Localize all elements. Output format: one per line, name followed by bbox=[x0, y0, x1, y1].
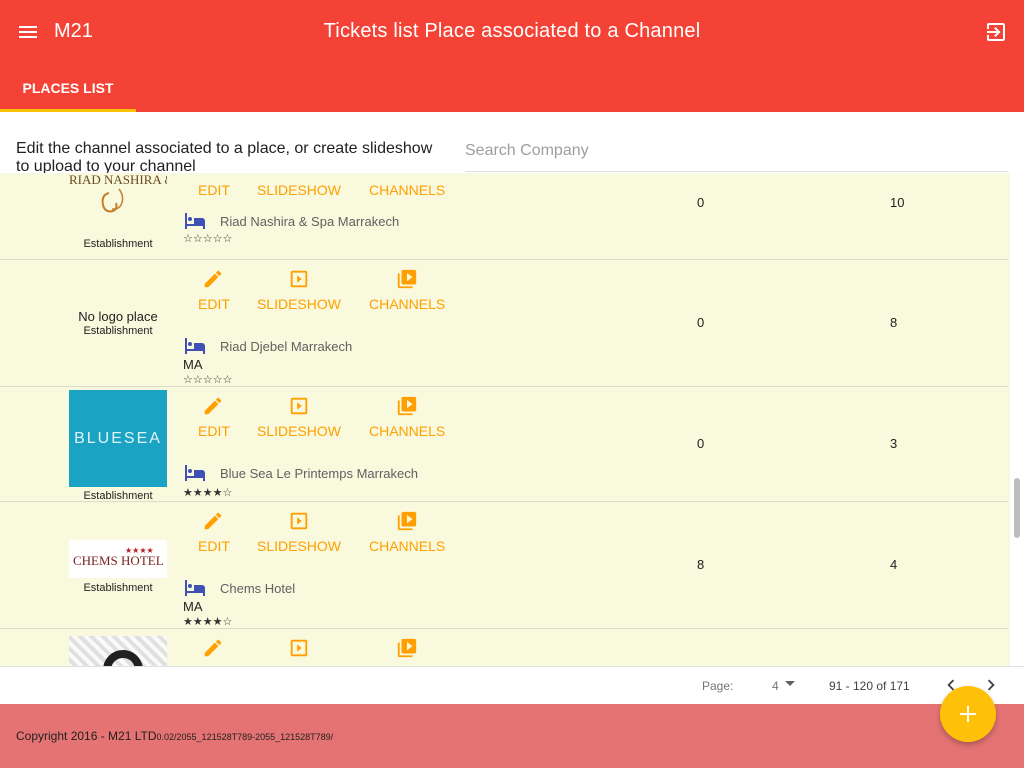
page-title: Tickets list Place associated to a Chann… bbox=[323, 20, 701, 42]
star-rating: ★★★★☆ bbox=[183, 616, 233, 628]
place-row bbox=[0, 629, 1008, 666]
logo-text: CHEMS HOTEL bbox=[73, 553, 164, 568]
channels-count: 3 bbox=[890, 436, 898, 451]
place-name[interactable]: Blue Sea Le Printemps Marrakech bbox=[220, 466, 418, 481]
video-library-icon bbox=[397, 269, 417, 289]
scrollbar-thumb[interactable] bbox=[1014, 478, 1020, 538]
page-label: Page: bbox=[702, 679, 734, 693]
footer: Copyright 2016 - M21 LTD0.02/2055_121528… bbox=[0, 704, 1024, 768]
page-description: Edit the channel associated to a place, … bbox=[16, 140, 433, 173]
logout-icon bbox=[987, 23, 1005, 41]
channels-count: 8 bbox=[890, 315, 898, 330]
place-logo: RIAD NASHIRA & SPA bbox=[69, 173, 201, 223]
places-list: RIAD NASHIRA & SPA Establishment EDIT SL… bbox=[0, 173, 1010, 666]
slideshow-icon bbox=[290, 639, 308, 657]
pagination-bar: Page: 4 91 - 120 of 171 bbox=[0, 666, 1024, 704]
place-logo: BLUESEA bbox=[69, 390, 167, 487]
place-row: BLUESEA Establishment EDIT SLIDESHOW CHA… bbox=[0, 387, 1008, 502]
pencil-icon bbox=[204, 639, 222, 657]
tab-places-list[interactable]: PLACES LIST bbox=[0, 64, 136, 112]
search-company-input[interactable] bbox=[465, 130, 1008, 172]
hotel-bed-icon bbox=[185, 465, 205, 481]
pencil-icon bbox=[204, 512, 222, 530]
place-logo: CHEMS HOTEL ★★★★ bbox=[69, 540, 167, 578]
video-library-icon bbox=[397, 638, 417, 658]
list-toolbar: Edit the channel associated to a place, … bbox=[0, 112, 1024, 173]
dropdown-arrow-icon bbox=[785, 681, 795, 686]
slideshow-icon bbox=[290, 397, 308, 415]
version-text: 0.02/2055_121528T789-2055_121528T789/ bbox=[156, 732, 334, 742]
pencil-icon bbox=[204, 397, 222, 415]
place-logo bbox=[69, 636, 167, 666]
hotel-bed-icon bbox=[185, 213, 205, 229]
add-place-button[interactable] bbox=[940, 686, 996, 742]
video-library-icon bbox=[397, 396, 417, 416]
page-range: 91 - 120 of 171 bbox=[829, 679, 910, 693]
logo-text: RIAD NASHIRA & SPA bbox=[69, 173, 167, 187]
logo-stars: ★★★★ bbox=[125, 546, 154, 555]
star-rating: ☆☆☆☆☆ bbox=[183, 374, 233, 386]
plus-icon bbox=[960, 706, 976, 722]
star-rating: ★★★★☆ bbox=[183, 487, 233, 499]
pencil-icon bbox=[204, 270, 222, 288]
logo-text: BLUESEA bbox=[74, 429, 162, 447]
video-library-icon bbox=[397, 511, 417, 531]
slideshow-icon bbox=[290, 512, 308, 530]
place-row: RIAD NASHIRA & SPA Establishment EDIT SL… bbox=[0, 173, 1008, 260]
tickets-count: 8 bbox=[697, 557, 705, 572]
channels-count: 10 bbox=[890, 195, 905, 210]
place-country: MA bbox=[183, 357, 203, 372]
place-name[interactable]: Riad Djebel Marrakech bbox=[220, 339, 352, 354]
list-scrollbar[interactable] bbox=[1012, 173, 1022, 666]
star-rating: ☆☆☆☆☆ bbox=[183, 233, 233, 245]
place-country: MA bbox=[183, 599, 203, 614]
place-row: No logo place Establishment EDIT SLIDESH… bbox=[0, 260, 1008, 387]
copyright-text: Copyright 2016 - M21 LTD0.02/2055_121528… bbox=[16, 729, 334, 743]
place-type: Establishment bbox=[83, 325, 153, 337]
channels-count: 4 bbox=[890, 557, 898, 572]
app-bar: M21 Tickets list Place associated to a C… bbox=[0, 0, 1024, 112]
place-type: Establishment bbox=[83, 582, 153, 594]
hotel-bed-icon bbox=[185, 580, 205, 596]
tickets-count: 0 bbox=[697, 195, 705, 210]
tickets-count: 0 bbox=[697, 436, 705, 451]
place-type: Establishment bbox=[83, 490, 153, 502]
place-name[interactable]: Riad Nashira & Spa Marrakech bbox=[220, 214, 399, 229]
tickets-count: 0 bbox=[697, 315, 705, 330]
place-name[interactable]: Chems Hotel bbox=[220, 581, 295, 596]
logout-button[interactable] bbox=[984, 20, 1008, 44]
hotel-bed-icon bbox=[185, 338, 205, 354]
page-select[interactable]: 4 bbox=[770, 675, 800, 695]
place-row: CHEMS HOTEL ★★★★ Establishment EDIT SLID… bbox=[0, 502, 1008, 629]
no-logo-text: No logo place bbox=[78, 309, 158, 324]
slideshow-icon bbox=[290, 270, 308, 288]
place-type: Establishment bbox=[83, 238, 153, 250]
